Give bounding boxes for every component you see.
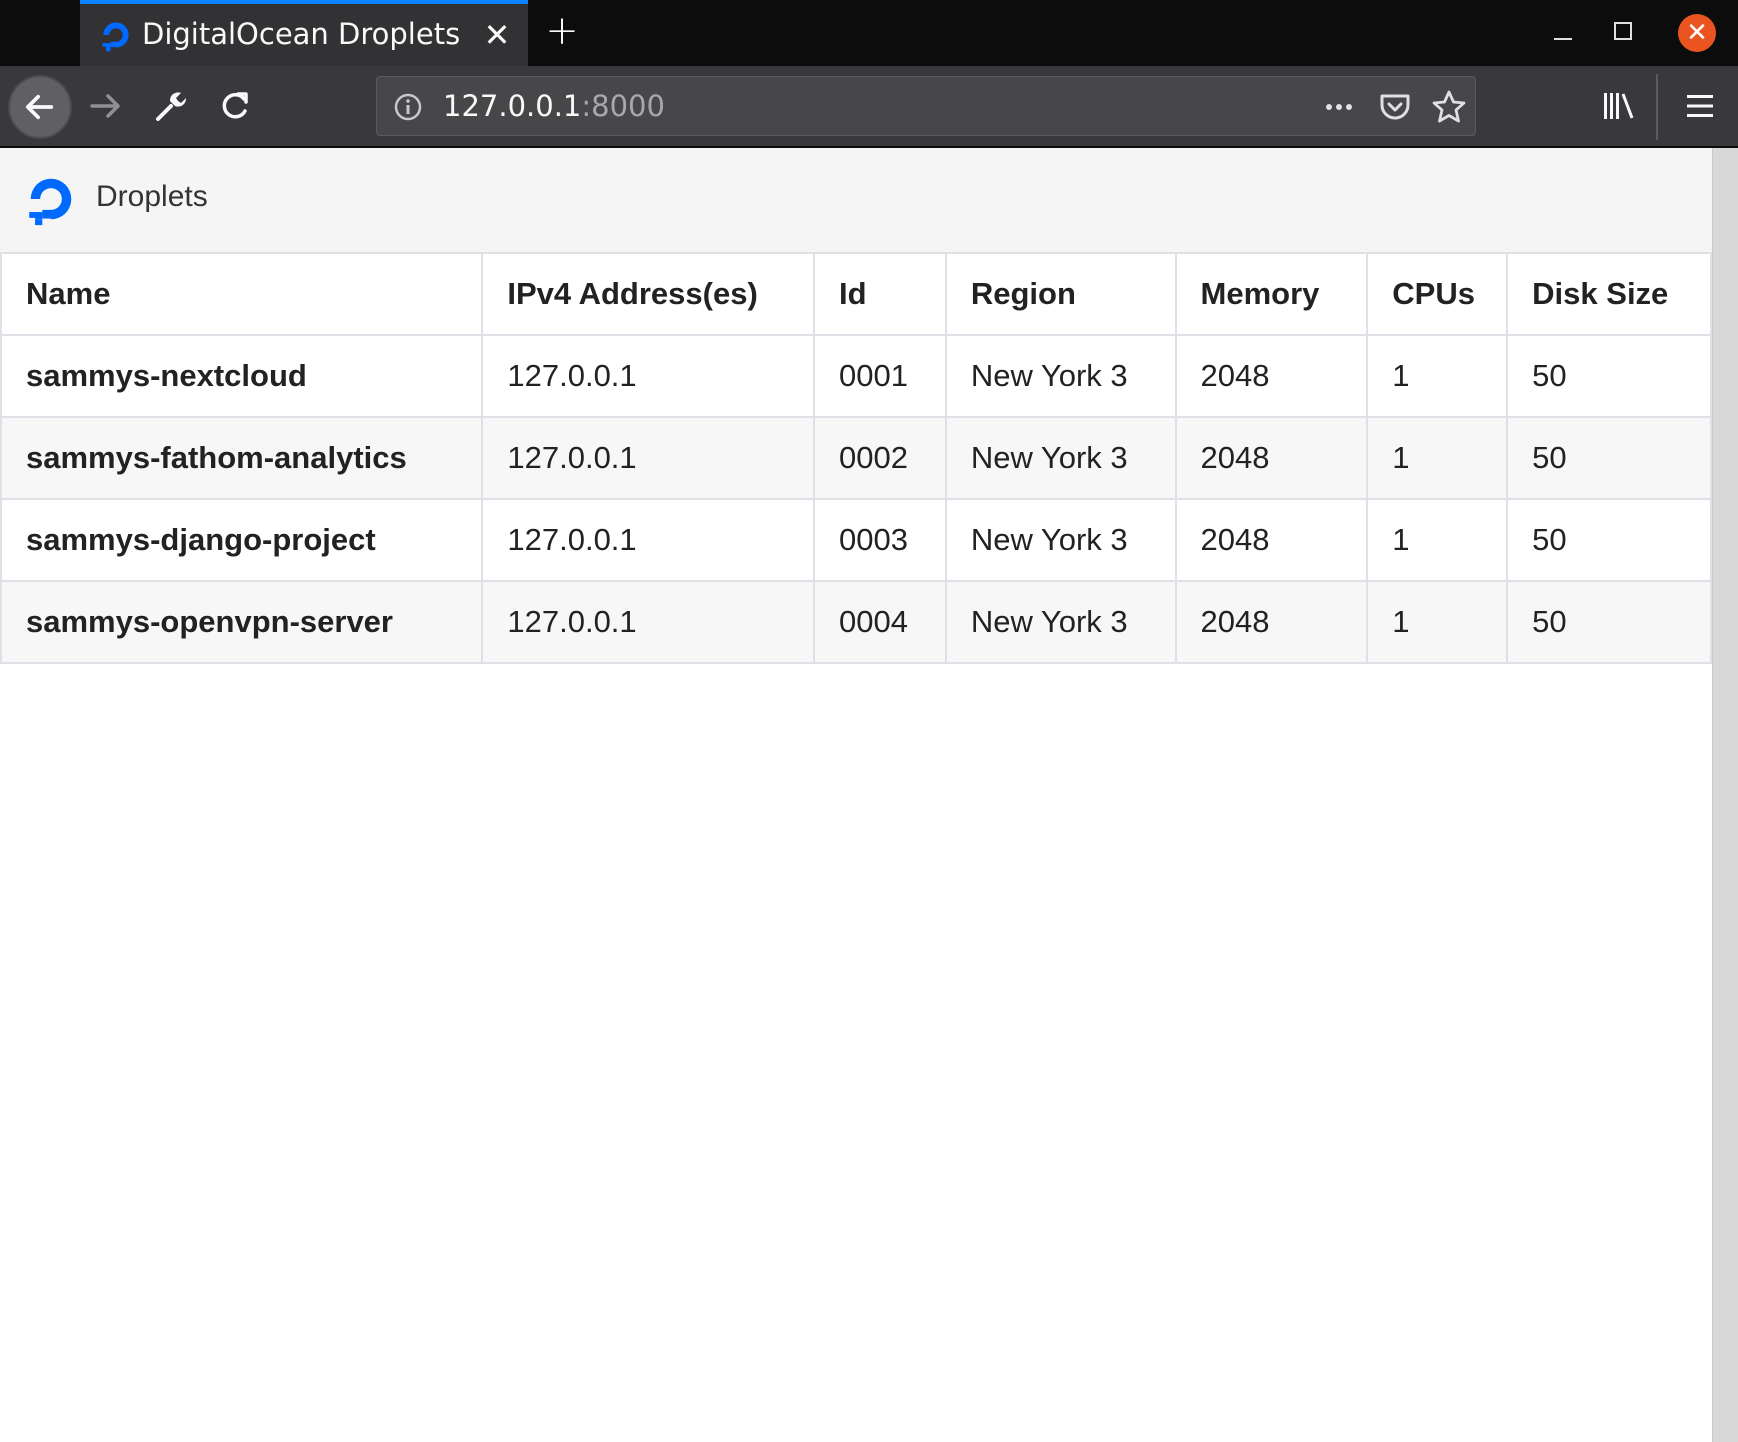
disk-size-cell: 50: [1506, 334, 1712, 418]
more-actions-icon[interactable]: [1317, 85, 1361, 129]
page-header: Droplets: [0, 148, 1712, 252]
url-host: 127.0.0.1: [443, 89, 582, 123]
memory-cell: 2048: [1174, 334, 1369, 418]
maximize-window-button[interactable]: [1614, 22, 1632, 40]
back-button[interactable]: [8, 75, 72, 139]
table-header-row: Name IPv4 Address(es) Id Region Memory C…: [0, 252, 1712, 336]
table-row: sammys-openvpn-server 127.0.0.1 0004 New…: [0, 580, 1712, 664]
url-port: :8000: [581, 89, 665, 123]
disk-size-cell: 50: [1506, 416, 1712, 500]
info-icon[interactable]: [391, 90, 425, 124]
column-header-name: Name: [0, 252, 484, 336]
column-header-cpus: CPUs: [1366, 252, 1509, 336]
navigation-toolbar: 127.0.0.1:8000: [0, 66, 1738, 148]
region-cell: New York 3: [944, 416, 1177, 500]
cpus-cell: 1: [1366, 416, 1509, 500]
id-cell: 0001: [812, 334, 947, 418]
droplet-name-cell: sammys-openvpn-server: [0, 580, 484, 664]
table-row: sammys-django-project 127.0.0.1 0003 New…: [0, 498, 1712, 582]
close-window-button[interactable]: ✕: [1678, 14, 1716, 52]
bookmark-star-icon[interactable]: [1427, 85, 1471, 129]
wrench-icon[interactable]: [148, 84, 192, 128]
memory-cell: 2048: [1174, 580, 1369, 664]
disk-size-cell: 50: [1506, 580, 1712, 664]
cpus-cell: 1: [1366, 334, 1509, 418]
url-bar[interactable]: 127.0.0.1:8000: [376, 76, 1476, 136]
close-tab-icon[interactable]: ✕: [480, 18, 514, 52]
digitalocean-logo-icon: [102, 22, 129, 52]
droplet-name-cell: sammys-nextcloud: [0, 334, 484, 418]
page-title: Droplets: [96, 180, 208, 213]
digitalocean-logo-icon: [29, 178, 72, 226]
disk-size-cell: 50: [1506, 498, 1712, 582]
hamburger-menu-icon[interactable]: [1678, 84, 1722, 128]
column-header-disk-size: Disk Size: [1506, 252, 1712, 336]
library-icon[interactable]: [1596, 84, 1640, 128]
droplet-name-cell: sammys-fathom-analytics: [0, 416, 484, 500]
memory-cell: 2048: [1174, 416, 1369, 500]
region-cell: New York 3: [944, 334, 1177, 418]
column-header-id: Id: [812, 252, 947, 336]
table-row: sammys-fathom-analytics 127.0.0.1 0002 N…: [0, 416, 1712, 500]
browser-tab[interactable]: DigitalOcean Droplets ✕: [80, 0, 528, 66]
cpus-cell: 1: [1366, 498, 1509, 582]
column-header-ipv4: IPv4 Address(es): [481, 252, 815, 336]
url-text[interactable]: 127.0.0.1:8000: [443, 89, 665, 123]
minimize-window-button[interactable]: [1546, 14, 1578, 50]
cpus-cell: 1: [1366, 580, 1509, 664]
vertical-scrollbar[interactable]: [1712, 148, 1738, 1442]
region-cell: New York 3: [944, 580, 1177, 664]
id-cell: 0004: [812, 580, 947, 664]
id-cell: 0002: [812, 416, 947, 500]
new-tab-button[interactable]: +: [544, 11, 580, 51]
ipv4-cell: 127.0.0.1: [481, 334, 815, 418]
reload-icon[interactable]: [212, 84, 256, 128]
droplet-name-cell: sammys-django-project: [0, 498, 484, 582]
arrow-left-icon: [25, 94, 54, 120]
id-cell: 0003: [812, 498, 947, 582]
pocket-icon[interactable]: [1373, 85, 1417, 129]
region-cell: New York 3: [944, 498, 1177, 582]
column-header-region: Region: [944, 252, 1177, 336]
page-content: Droplets Name IPv4 Address(es) Id Region…: [0, 148, 1712, 1442]
ipv4-cell: 127.0.0.1: [481, 580, 815, 664]
table-row: sammys-nextcloud 127.0.0.1 0001 New York…: [0, 334, 1712, 418]
droplets-table: Name IPv4 Address(es) Id Region Memory C…: [0, 252, 1712, 664]
tab-strip: DigitalOcean Droplets ✕ + ✕: [0, 0, 1738, 66]
memory-cell: 2048: [1174, 498, 1369, 582]
tab-title: DigitalOcean Droplets: [142, 17, 461, 51]
ipv4-cell: 127.0.0.1: [481, 498, 815, 582]
ipv4-cell: 127.0.0.1: [481, 416, 815, 500]
column-header-memory: Memory: [1174, 252, 1369, 336]
arrow-right-icon[interactable]: [84, 84, 128, 128]
toolbar-divider: [1656, 74, 1658, 140]
